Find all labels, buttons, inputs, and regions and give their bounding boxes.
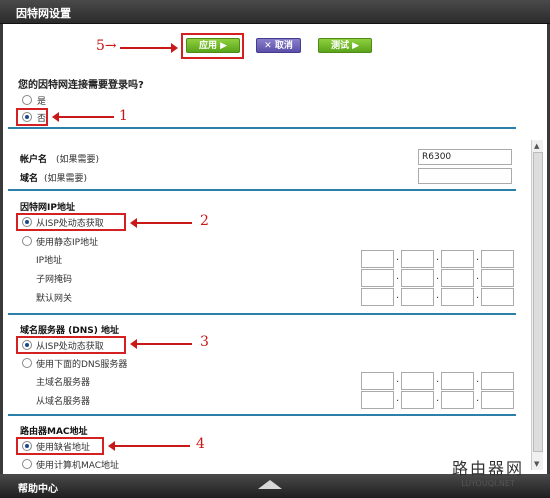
login-no-label: 否 xyxy=(37,114,47,124)
scroll-up-icon[interactable]: ▲ xyxy=(534,142,539,150)
title-bar: 因特网设置 xyxy=(0,0,550,24)
scrollbar-thumb[interactable] xyxy=(533,152,543,452)
ip-section-title: 因特网IP地址 xyxy=(20,203,75,213)
dns-section-title: 域名服务器 (DNS) 地址 xyxy=(20,326,119,336)
ip-octet-input[interactable] xyxy=(441,250,474,268)
mac-default-radio[interactable] xyxy=(22,441,32,451)
account-name-input[interactable]: R6300 xyxy=(418,149,512,165)
login-yes-radio[interactable] xyxy=(22,95,32,105)
octet-separator: . xyxy=(396,393,400,404)
mask-octet-input[interactable] xyxy=(441,269,474,287)
cancel-button[interactable]: ✕ 取消 xyxy=(256,38,301,53)
divider xyxy=(8,189,516,191)
gateway-octet-input[interactable] xyxy=(401,288,434,306)
watermark: 路由器网 LUYOUQI.NET xyxy=(452,455,524,488)
secondary-dns-octet-input[interactable] xyxy=(481,391,514,409)
domain-name-hint: (如果需要) xyxy=(44,174,88,184)
octet-separator: . xyxy=(476,252,480,263)
gateway-octet-input[interactable] xyxy=(361,288,394,306)
annotation-5: 5→ xyxy=(96,38,117,54)
domain-name-input[interactable] xyxy=(418,168,512,184)
annotation-arrow-3 xyxy=(130,339,192,349)
primary-dns-octet-input[interactable] xyxy=(441,372,474,390)
octet-separator: . xyxy=(396,374,400,385)
primary-dns-octet-input[interactable] xyxy=(481,372,514,390)
dns-dynamic-radio[interactable] xyxy=(22,340,32,350)
octet-separator: . xyxy=(396,271,400,282)
mask-octet-input[interactable] xyxy=(401,269,434,287)
domain-name-label: 域名 xyxy=(20,174,39,184)
ip-address-label: IP地址 xyxy=(36,256,63,266)
dns-manual-label: 使用下面的DNS服务器 xyxy=(36,360,128,370)
help-center-link[interactable]: 帮助中心 xyxy=(18,480,58,495)
login-no-radio[interactable] xyxy=(22,112,32,122)
annotation-arrow-1 xyxy=(52,112,114,122)
annotation-3: 3 xyxy=(200,334,209,350)
octet-separator: . xyxy=(476,393,480,404)
primary-dns-octet-input[interactable] xyxy=(401,372,434,390)
apply-button[interactable]: 应用 ▶ xyxy=(186,38,240,53)
ip-dynamic-radio[interactable] xyxy=(22,217,32,227)
divider xyxy=(8,414,516,416)
gateway-octet-input[interactable] xyxy=(481,288,514,306)
account-name-hint: (如果需要) xyxy=(56,155,100,165)
mac-default-label: 使用缺省地址 xyxy=(36,443,91,453)
ip-octet-input[interactable] xyxy=(361,250,394,268)
secondary-dns-label: 从域名服务器 xyxy=(36,397,91,407)
dns-dynamic-label: 从ISP处动态获取 xyxy=(36,342,104,352)
window-title: 因特网设置 xyxy=(16,7,71,20)
octet-separator: . xyxy=(436,374,440,385)
octet-separator: . xyxy=(476,271,480,282)
mask-octet-input[interactable] xyxy=(481,269,514,287)
ip-dynamic-label: 从ISP处动态获取 xyxy=(36,219,104,229)
octet-separator: . xyxy=(436,252,440,263)
gateway-octet-input[interactable] xyxy=(441,288,474,306)
octet-separator: . xyxy=(436,290,440,301)
scroll-down-icon[interactable]: ▼ xyxy=(534,460,539,468)
annotation-4: 4 xyxy=(196,436,205,452)
dns-manual-radio[interactable] xyxy=(22,358,32,368)
primary-dns-label: 主域名服务器 xyxy=(36,378,91,388)
octet-separator: . xyxy=(396,290,400,301)
ip-octet-input[interactable] xyxy=(401,250,434,268)
primary-dns-octet-input[interactable] xyxy=(361,372,394,390)
account-name-label: 帐户名 xyxy=(20,155,48,165)
secondary-dns-octet-input[interactable] xyxy=(361,391,394,409)
watermark-title: 路由器网 xyxy=(452,459,525,478)
login-yes-label: 是 xyxy=(37,97,47,107)
ip-octet-input[interactable] xyxy=(481,250,514,268)
divider xyxy=(8,313,516,315)
subnet-mask-label: 子网掩码 xyxy=(36,275,73,285)
gateway-label: 默认网关 xyxy=(36,294,73,304)
octet-separator: . xyxy=(396,252,400,263)
annotation-arrow-2 xyxy=(130,218,192,228)
vertical-scrollbar[interactable]: ▲ ▼ xyxy=(531,140,543,470)
octet-separator: . xyxy=(476,290,480,301)
divider xyxy=(8,127,516,129)
annotation-arrow-4 xyxy=(108,441,190,451)
mac-computer-radio[interactable] xyxy=(22,459,32,469)
ip-static-radio[interactable] xyxy=(22,236,32,246)
octet-separator: . xyxy=(476,374,480,385)
test-button[interactable]: 测试 ▶ xyxy=(318,38,372,53)
mask-octet-input[interactable] xyxy=(361,269,394,287)
octet-separator: . xyxy=(436,271,440,282)
secondary-dns-octet-input[interactable] xyxy=(401,391,434,409)
mac-section-title: 路由器MAC地址 xyxy=(20,427,88,437)
annotation-2: 2 xyxy=(200,213,209,229)
secondary-dns-octet-input[interactable] xyxy=(441,391,474,409)
octet-separator: . xyxy=(436,393,440,404)
annotation-1: 1 xyxy=(119,108,128,124)
ip-static-label: 使用静态IP地址 xyxy=(36,238,99,248)
annotation-arrow-5 xyxy=(120,43,178,53)
login-question: 您的因特网连接需要登录吗? xyxy=(18,80,144,91)
expand-help-icon[interactable] xyxy=(258,480,282,489)
watermark-url: LUYOUQI.NET xyxy=(461,479,515,488)
mac-computer-label: 使用计算机MAC地址 xyxy=(36,461,120,471)
